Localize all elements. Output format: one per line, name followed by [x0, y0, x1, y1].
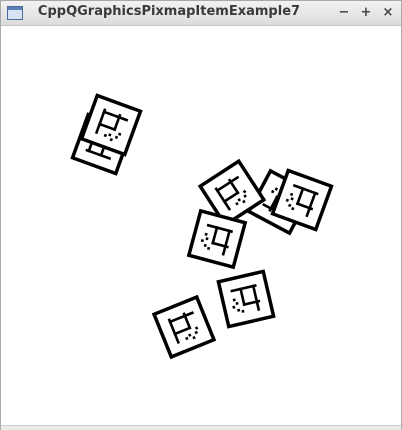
- title-bar[interactable]: CppQGraphicsPixmapItemExample7 − + ×: [1, 1, 401, 26]
- pixmap-item[interactable]: [216, 269, 276, 329]
- pixmap-item[interactable]: [152, 295, 216, 359]
- pixmap-item[interactable]: [187, 209, 247, 269]
- graphics-scene-canvas[interactable]: [1, 26, 401, 429]
- minimize-button[interactable]: −: [335, 4, 353, 22]
- maximize-button[interactable]: +: [357, 4, 375, 22]
- window-bottom-edge: [1, 425, 401, 430]
- app-window: CppQGraphicsPixmapItemExample7 − + ×: [0, 0, 402, 430]
- window-title: CppQGraphicsPixmapItemExample7: [37, 4, 301, 19]
- graphics-scene-svg: [70, 93, 334, 359]
- close-button[interactable]: ×: [379, 4, 397, 22]
